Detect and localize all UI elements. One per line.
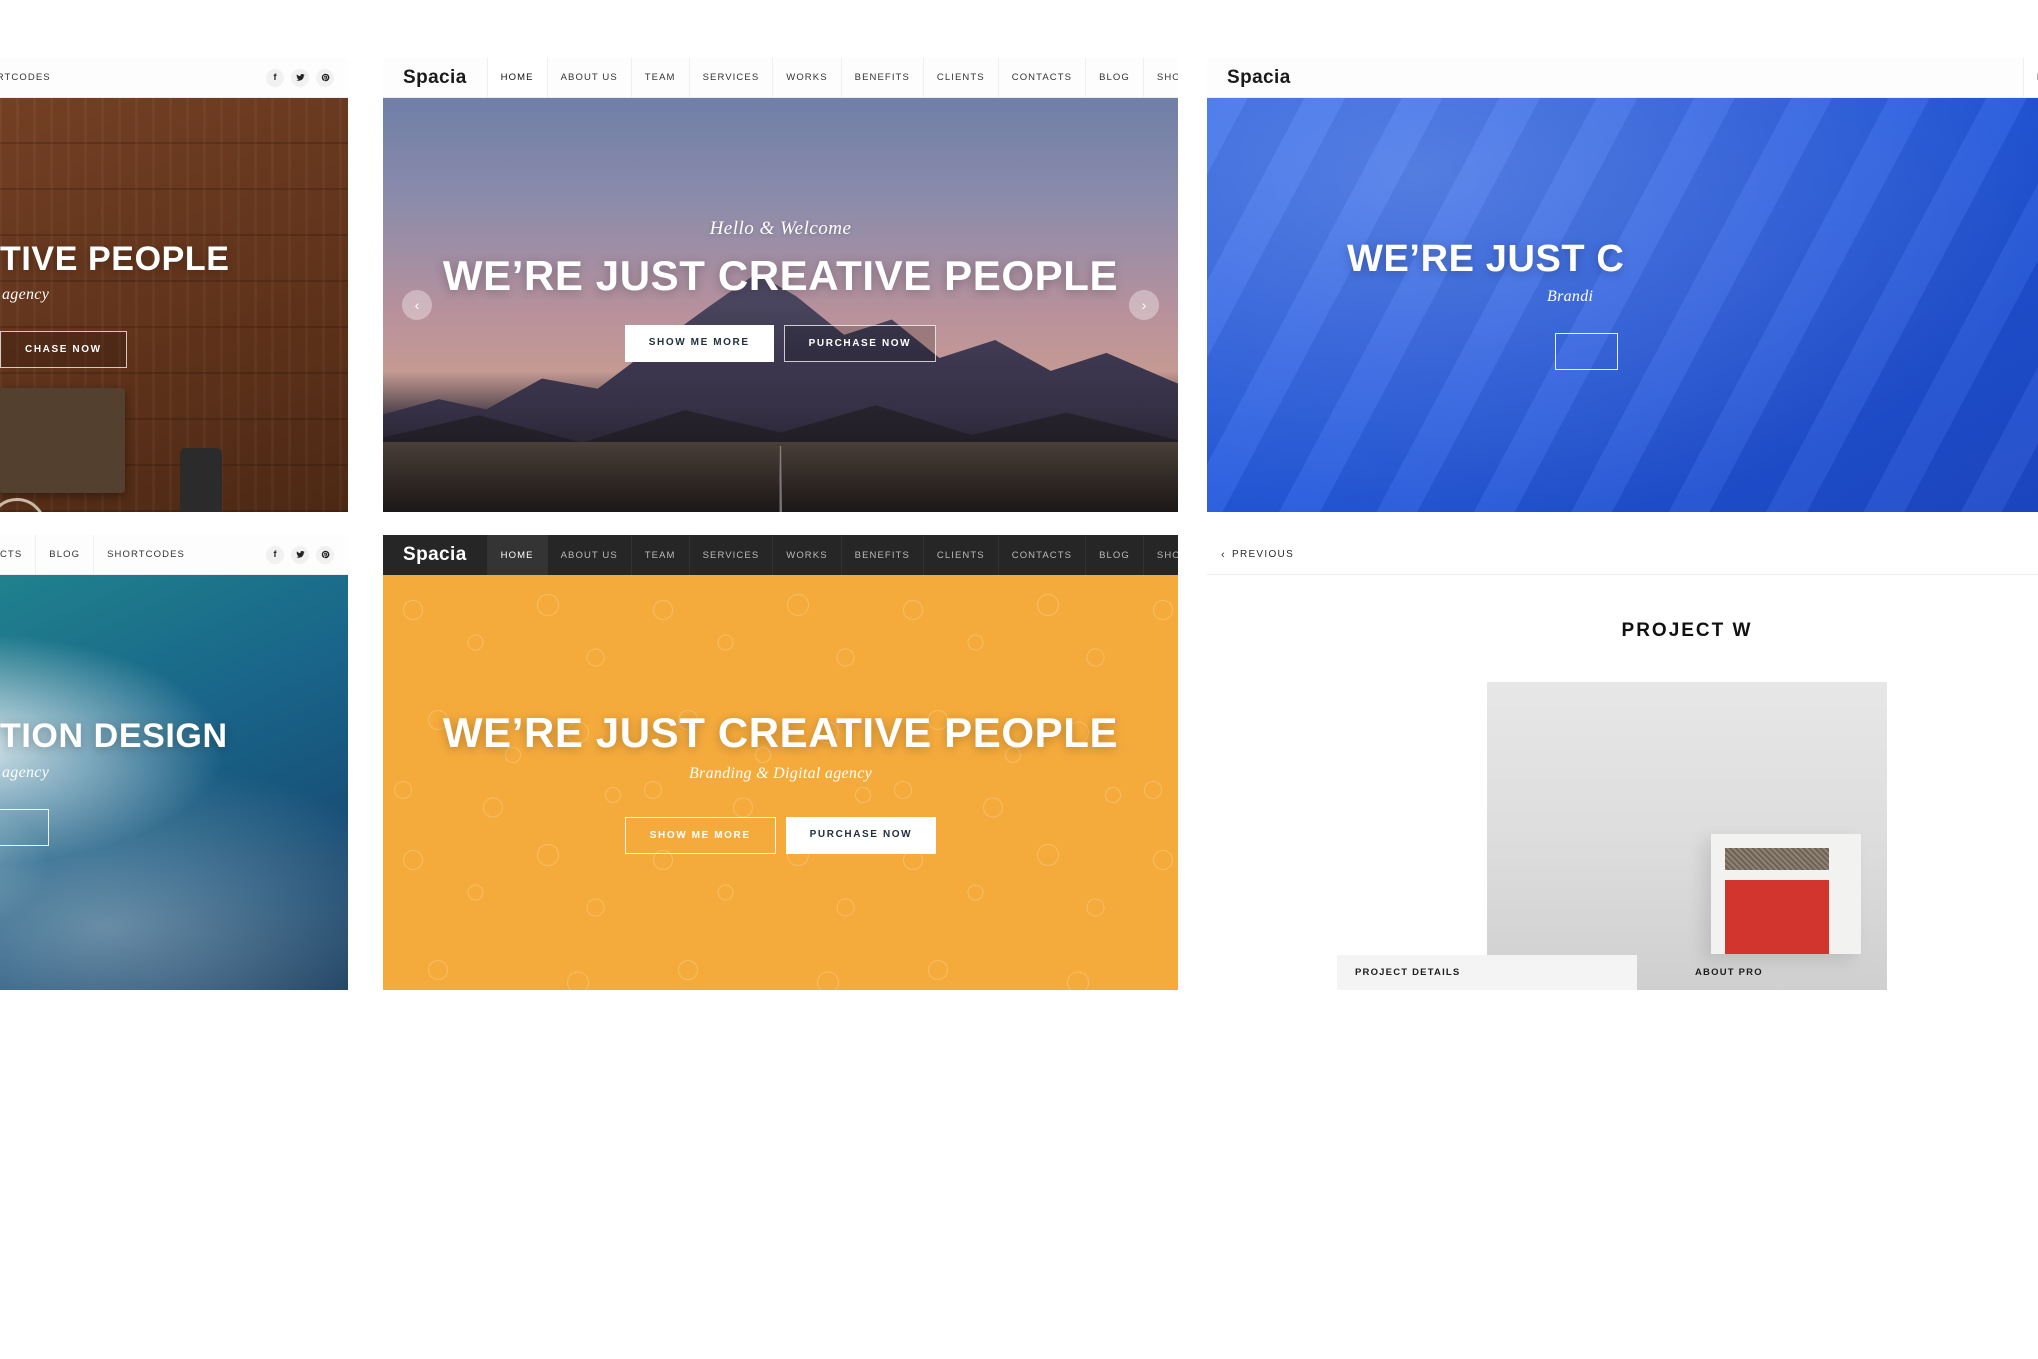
top-right-subline: Brandi: [1547, 288, 1594, 306]
menu-item-contacts[interactable]: CONTACTS: [997, 535, 1085, 575]
menu-item[interactable]: BLOG: [35, 535, 93, 574]
pinterest-icon[interactable]: [316, 68, 334, 87]
project-tabs: PROJECT DETAILS ABOUT PRO: [1207, 955, 2038, 990]
panel-bottom-right[interactable]: ‹ PREVIOUS PROJECT W PROJECT DETAILS ABO…: [1207, 535, 2038, 990]
decor-phone: [180, 448, 222, 512]
menu-item-services[interactable]: SERVICES: [688, 535, 773, 575]
purchase-now-button[interactable]: CHASE NOW: [0, 331, 127, 369]
show-me-more-button[interactable]: SHOW ME MORE: [624, 816, 776, 854]
brand-logo[interactable]: Spacia: [383, 535, 487, 575]
menu-item-works[interactable]: WORKS: [772, 535, 840, 575]
product-texture: [1725, 848, 1829, 870]
top-left-subline: agency: [2, 286, 50, 304]
menu-item-team[interactable]: TEAM: [630, 535, 689, 575]
menu-item-home[interactable]: HOME: [486, 535, 547, 575]
menu-item-works[interactable]: WORKS: [772, 58, 840, 97]
bottom-left-menu: EFITS CLIENTS CONTACTS BLOG SHORTCODES: [0, 535, 198, 574]
facebook-icon[interactable]: f: [266, 68, 284, 87]
panel-top-center[interactable]: Spacia HOME ABOUT US TEAM SERVICES WORKS…: [383, 58, 1178, 512]
menu-item-about[interactable]: ABOUT US: [546, 535, 631, 575]
bottom-center-hero: WE’RE JUST CREATIVE PEOPLE Branding & Di…: [383, 575, 1178, 990]
top-right-menu: HOME ABOUT US: [2022, 58, 2038, 97]
panel-top-right[interactable]: Spacia HOME ABOUT US WE’RE JUST C Brandi: [1207, 58, 2038, 512]
menu-item[interactable]: CONTACTS: [0, 535, 35, 574]
project-prev-link[interactable]: ‹ PREVIOUS: [1207, 535, 2038, 575]
bottom-center-navbar: Spacia HOME ABOUT US TEAM SERVICES WORKS…: [383, 535, 1178, 575]
brand-logo[interactable]: Spacia: [1207, 58, 1311, 97]
prev-label: PREVIOUS: [1231, 549, 1295, 560]
bottom-left-headline: TION DESIGN: [0, 717, 228, 756]
menu-item-clients[interactable]: CLIENTS: [922, 58, 998, 97]
hero-eyebrow: Hello & Welcome: [709, 217, 852, 239]
tab-project-details[interactable]: PROJECT DETAILS: [1337, 955, 1637, 990]
menu-item-services[interactable]: SERVICES: [688, 58, 773, 97]
purchase-now-button[interactable]: PURCHASE NOW: [785, 816, 937, 854]
bottom-left-cta-button[interactable]: [0, 808, 50, 846]
project-title: PROJECT W: [1621, 620, 1753, 641]
top-center-navbar: Spacia HOME ABOUT US TEAM SERVICES WORKS…: [383, 58, 1178, 98]
top-left-navbar: Spacia CONTACTS BLOG SHORTCODES f: [0, 58, 348, 98]
menu-item[interactable]: SHORTCODES: [0, 58, 64, 97]
hero-subline: Branding & Digital agency: [688, 764, 873, 782]
gutter-top: [0, 0, 2038, 58]
menu-item-home[interactable]: HOME: [2022, 58, 2038, 97]
top-right-cta-button[interactable]: [1555, 333, 1619, 371]
bottom-center-menu: HOME ABOUT US TEAM SERVICES WORKS BENEFI…: [486, 535, 1178, 575]
showcase-canvas: Spacia CONTACTS BLOG SHORTCODES f: [0, 0, 2038, 1359]
gutter-col-1: [348, 0, 383, 1359]
gutter-bottom: [0, 990, 2038, 1359]
hero-button-row: SHOW ME MORE PURCHASE NOW: [383, 325, 1178, 363]
bottom-left-subline: agency: [2, 763, 50, 781]
purchase-now-button[interactable]: PURCHASE NOW: [783, 325, 937, 363]
menu-item-about[interactable]: ABOUT US: [546, 58, 631, 97]
chevron-left-icon: ‹: [1221, 548, 1226, 561]
tab-about-project[interactable]: ABOUT PRO: [1677, 955, 1781, 990]
menu-item-benefits[interactable]: BENEFITS: [840, 58, 923, 97]
project-page: ‹ PREVIOUS PROJECT W PROJECT DETAILS ABO…: [1207, 535, 2038, 990]
top-left-hero: TIVE PEOPLE agency CHASE NOW: [0, 98, 348, 512]
top-right-navbar: Spacia HOME ABOUT US: [1207, 58, 2038, 98]
twitter-icon[interactable]: [291, 545, 309, 564]
bottom-left-hero: TION DESIGN agency: [0, 575, 348, 990]
social-links: f: [252, 58, 348, 97]
menu-item-contacts[interactable]: CONTACTS: [997, 58, 1085, 97]
menu-item-benefits[interactable]: BENEFITS: [840, 535, 923, 575]
bottom-left-navbar: Spacia EFITS CLIENTS CONTACTS BLOG SHORT…: [0, 535, 348, 575]
hero-headline: WE’RE JUST CREATIVE PEOPLE: [442, 709, 1119, 757]
carousel-prev-arrow[interactable]: ‹: [402, 290, 432, 320]
top-center-hero: ‹ › Hello & Welcome WE’RE JUST CREATIVE …: [383, 98, 1178, 512]
menu-item-shortcodes[interactable]: SHORTCODES: [1142, 58, 1178, 97]
menu-item-shortcodes[interactable]: SHORTCODES: [1142, 535, 1178, 575]
brand-logo[interactable]: Spacia: [383, 58, 487, 97]
gutter-col-2: [1178, 0, 1207, 1359]
menu-item-blog[interactable]: BLOG: [1085, 58, 1143, 97]
menu-item[interactable]: SHORTCODES: [93, 535, 198, 574]
top-right-hero: WE’RE JUST C Brandi: [1207, 98, 2038, 512]
facebook-icon[interactable]: f: [266, 545, 284, 564]
top-left-headline: TIVE PEOPLE: [0, 239, 230, 278]
panel-top-left[interactable]: Spacia CONTACTS BLOG SHORTCODES f: [0, 58, 348, 512]
gutter-row: [0, 512, 2038, 535]
carousel-next-arrow[interactable]: ›: [1129, 290, 1159, 320]
menu-item-blog[interactable]: BLOG: [1085, 535, 1143, 575]
menu-item-home[interactable]: HOME: [486, 58, 547, 97]
panel-bottom-left[interactable]: Spacia EFITS CLIENTS CONTACTS BLOG SHORT…: [0, 535, 348, 990]
hero-button-row: SHOW ME MORE PURCHASE NOW: [383, 816, 1178, 854]
product-red-panel: [1725, 880, 1829, 954]
pinterest-icon[interactable]: [316, 545, 334, 564]
show-me-more-button[interactable]: SHOW ME MORE: [624, 325, 774, 363]
hero-headline: WE’RE JUST CREATIVE PEOPLE: [442, 251, 1119, 299]
top-left-menu: CONTACTS BLOG SHORTCODES: [0, 58, 64, 97]
twitter-icon[interactable]: [291, 68, 309, 87]
top-center-menu: HOME ABOUT US TEAM SERVICES WORKS BENEFI…: [486, 58, 1178, 97]
menu-item-team[interactable]: TEAM: [630, 58, 689, 97]
social-links: f: [252, 535, 348, 574]
panel-bottom-center[interactable]: Spacia HOME ABOUT US TEAM SERVICES WORKS…: [383, 535, 1178, 990]
project-hero-image: [1487, 682, 1887, 990]
product-box: [1711, 834, 1861, 954]
decor-notebook: [0, 388, 125, 493]
menu-item-clients[interactable]: CLIENTS: [922, 535, 998, 575]
top-right-headline: WE’RE JUST C: [1347, 237, 1625, 280]
